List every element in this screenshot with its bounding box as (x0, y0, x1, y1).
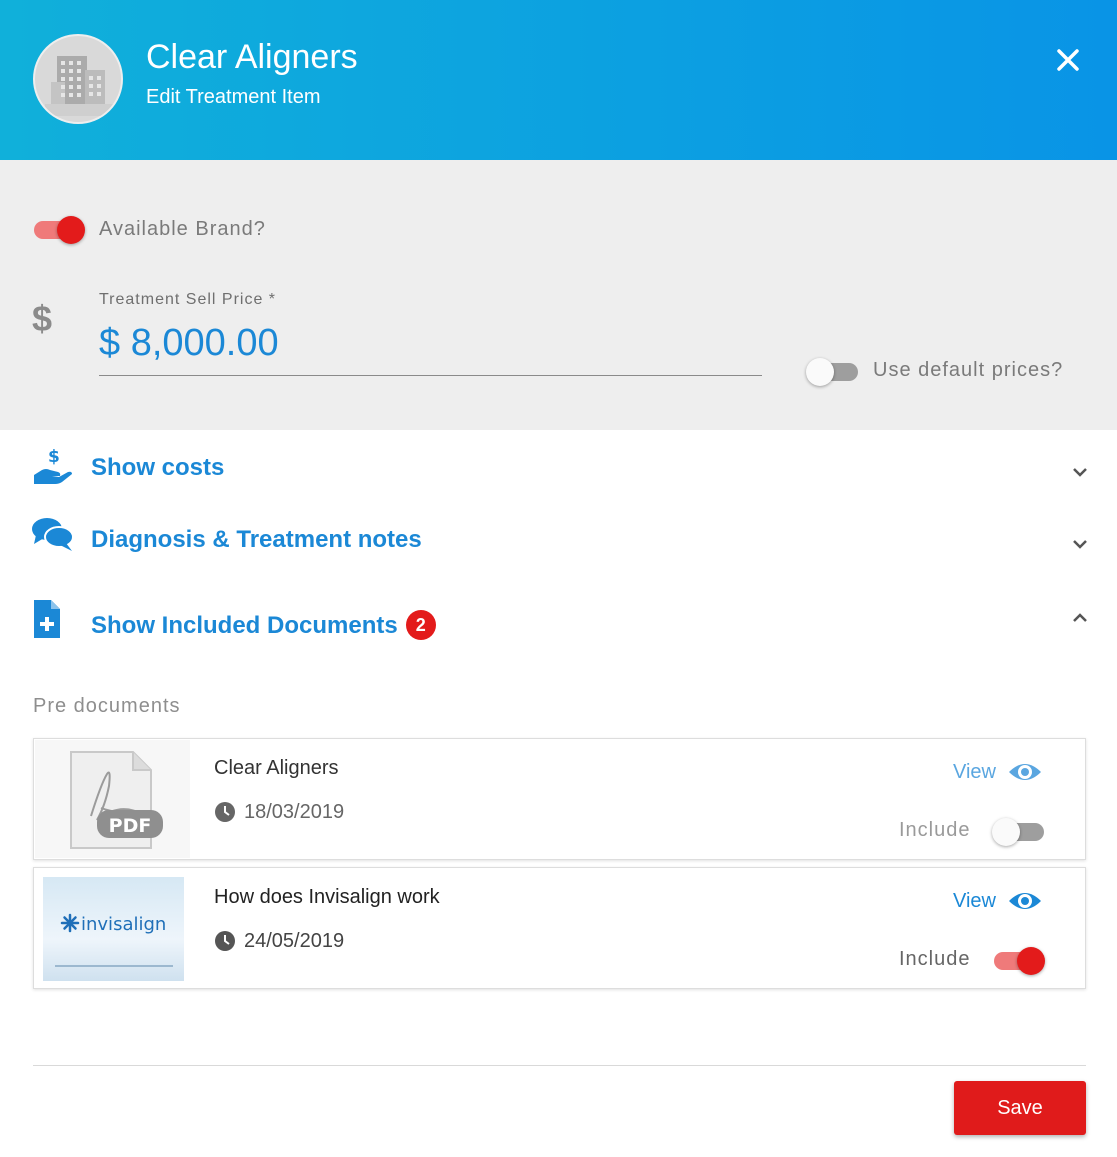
available-brand-toggle[interactable] (32, 214, 88, 244)
section-label-wrap: Show Included Documents 2 (91, 610, 436, 640)
section-label: Show costs (91, 454, 225, 481)
section-label: Diagnosis & Treatment notes (91, 526, 422, 553)
document-card: PDF Clear Aligners 18/03/2019 View Inclu… (33, 738, 1086, 860)
view-link[interactable]: View (953, 761, 996, 784)
include-toggle[interactable] (992, 945, 1048, 975)
dialog-header: Clear Aligners Edit Treatment Item (0, 0, 1117, 160)
avatar (33, 34, 123, 124)
price-input[interactable]: $ 8,000.00 (99, 322, 279, 365)
document-thumbnail: invisalign (35, 869, 190, 987)
dialog-title: Clear Aligners (146, 38, 358, 76)
pdf-file-icon: PDF (70, 751, 163, 849)
document-count-badge: 2 (405, 610, 436, 640)
hand-dollar-icon: $ (34, 447, 72, 484)
section-label: Show Included Documents (91, 612, 398, 639)
clock-icon (215, 802, 235, 822)
eye-icon[interactable] (1008, 888, 1042, 914)
document-date: 18/03/2019 (244, 801, 345, 823)
document-title: Clear Aligners (214, 757, 339, 779)
clock-icon (215, 931, 235, 951)
include-label: Include (899, 948, 971, 970)
footer-divider (33, 1065, 1086, 1066)
document-title: How does Invisalign work (214, 886, 440, 908)
available-brand-label: Available Brand? (99, 218, 266, 240)
document-date: 24/05/2019 (244, 930, 345, 952)
invisalign-logo-text: invisalign (81, 914, 166, 935)
chevron-down-icon[interactable] (1070, 534, 1090, 554)
chevron-up-icon[interactable] (1070, 608, 1090, 628)
close-icon[interactable] (1052, 44, 1084, 76)
document-plus-icon (34, 600, 60, 638)
pdf-label: PDF (109, 815, 152, 837)
chat-bubbles-icon (32, 518, 74, 551)
include-label: Include (899, 819, 971, 841)
pre-documents-heading: Pre documents (33, 695, 181, 717)
section-diagnosis-notes[interactable]: Diagnosis & Treatment notes (0, 516, 1117, 566)
section-included-documents[interactable]: Show Included Documents 2 (0, 598, 1117, 654)
chevron-down-icon[interactable] (1070, 462, 1090, 482)
use-default-prices-toggle[interactable] (806, 356, 862, 386)
dialog-subtitle: Edit Treatment Item (146, 86, 321, 108)
use-default-prices-label: Use default prices? (873, 359, 1064, 381)
include-toggle[interactable] (992, 816, 1048, 846)
building-icon (45, 56, 115, 116)
dollar-icon: $ (32, 298, 53, 339)
eye-icon[interactable] (1008, 759, 1042, 785)
section-show-costs[interactable]: $ Show costs (0, 444, 1117, 494)
svg-text:$: $ (48, 447, 60, 467)
price-label: Treatment Sell Price * (99, 291, 277, 308)
price-input-underline (99, 375, 762, 376)
document-thumbnail: PDF (35, 740, 190, 858)
document-card: invisalign How does Invisalign work 24/0… (33, 867, 1086, 989)
view-link[interactable]: View (953, 890, 996, 913)
save-button[interactable]: Save (954, 1081, 1086, 1135)
invisalign-logo-icon: invisalign (43, 877, 184, 981)
